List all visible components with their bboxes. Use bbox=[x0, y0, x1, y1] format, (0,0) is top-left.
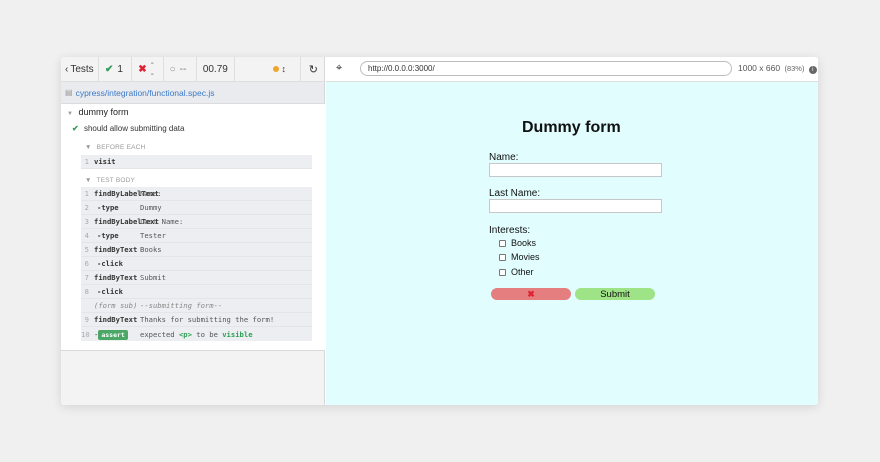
circle-icon: ○ bbox=[169, 63, 176, 75]
viewport-info: 1000 x 660 (83%) i bbox=[738, 63, 817, 74]
file-icon: ▤ bbox=[65, 88, 73, 97]
checkbox-other[interactable]: Other bbox=[499, 267, 534, 277]
suite-title[interactable]: ▼ dummy form bbox=[67, 107, 128, 117]
command-row[interactable]: 8 -click bbox=[81, 285, 312, 299]
failed-count: ✖ -- bbox=[132, 57, 164, 82]
checkbox-books[interactable]: Books bbox=[499, 238, 536, 248]
app-under-test: Dummy form Name: Last Name: Interests: B… bbox=[326, 82, 818, 405]
selector-playground-icon[interactable]: ⌖ bbox=[336, 62, 342, 75]
submit-button[interactable]: Submit bbox=[575, 288, 655, 300]
spec-path: cypress/integration/functional.spec.js bbox=[75, 87, 215, 98]
assert-badge: assert bbox=[98, 329, 128, 340]
command-row[interactable]: 3 findByLabelText Last Name: bbox=[81, 215, 312, 229]
pending-count: ○ -- bbox=[164, 57, 197, 82]
checkbox-movies[interactable]: Movies bbox=[499, 252, 540, 262]
command-row[interactable]: 4 -type Tester bbox=[81, 229, 312, 243]
command-row[interactable]: 9 findByText Thanks for submitting the for… bbox=[81, 313, 312, 327]
name-label: Name: bbox=[489, 152, 519, 163]
assert-name: - assert bbox=[94, 329, 140, 340]
last-name-input[interactable] bbox=[489, 199, 662, 213]
rerun-button[interactable]: ↻ bbox=[301, 57, 324, 82]
command-row[interactable]: 1 visit bbox=[81, 155, 312, 169]
scroll-arrows-icon: ↕ bbox=[281, 64, 287, 74]
form-title: Dummy form bbox=[522, 119, 621, 136]
command-row[interactable]: 1 findByLabelText Name: bbox=[81, 187, 312, 201]
test-body-header[interactable]: ▼ TEST BODY bbox=[85, 177, 135, 184]
cypress-window: ‹ Tests ✔ 1 ✖ -- ○ -- 00.79 ↕ ↻ ▤ cypres… bbox=[61, 57, 818, 405]
checkbox-box[interactable] bbox=[499, 239, 506, 247]
last-name-label: Last Name: bbox=[489, 188, 541, 199]
command-row[interactable]: 5 findByText Books bbox=[81, 243, 312, 257]
command-row[interactable]: 6 -click bbox=[81, 257, 312, 271]
check-icon: ✔ bbox=[105, 63, 114, 75]
caret-down-icon: ▼ bbox=[85, 177, 92, 184]
close-icon: ✖ bbox=[527, 288, 535, 299]
checkbox-box[interactable] bbox=[499, 253, 506, 261]
status-dot-icon bbox=[272, 66, 279, 72]
name-input[interactable] bbox=[489, 163, 662, 177]
refresh-icon: ↻ bbox=[308, 63, 318, 76]
interests-label: Interests: bbox=[489, 225, 531, 236]
reporter-header: ‹ Tests ✔ 1 ✖ -- ○ -- 00.79 ↕ ↻ bbox=[61, 57, 324, 82]
assert-row[interactable]: 10 - assert expected <p> to be visible bbox=[81, 327, 312, 341]
info-icon[interactable]: i bbox=[808, 66, 817, 74]
cross-icon: ✖ bbox=[138, 63, 147, 75]
passed-count: ✔ 1 bbox=[99, 57, 133, 82]
assert-message: expected <p> to be visible bbox=[140, 329, 253, 339]
chevron-left-icon: ‹ bbox=[65, 63, 69, 75]
command-row[interactable]: 2 -type Dummy bbox=[81, 201, 312, 215]
back-to-tests-button[interactable]: ‹ Tests bbox=[61, 57, 99, 82]
before-each-commands: 1 visit bbox=[81, 155, 312, 169]
reporter-panel: ‹ Tests ✔ 1 ✖ -- ○ -- 00.79 ↕ ↻ ▤ cypres… bbox=[61, 57, 325, 405]
command-row[interactable]: (form sub) --submitting form-- bbox=[81, 299, 312, 313]
back-label: Tests bbox=[70, 63, 94, 75]
spec-file-bar[interactable]: ▤ cypress/integration/functional.spec.js bbox=[61, 82, 324, 104]
cancel-button[interactable]: ✖ bbox=[491, 288, 571, 300]
before-each-header[interactable]: ▼ BEFORE EACH bbox=[85, 144, 145, 151]
test-body-commands: 1 findByLabelText Name: 2 -type Dummy 3 findB… bbox=[81, 187, 312, 341]
duration: 00.79 bbox=[197, 57, 235, 82]
aut-header: ⌖ http://0.0.0.0:3000/ 1000 x 660 (83%) … bbox=[326, 57, 818, 82]
check-icon: ✔ bbox=[72, 124, 79, 133]
auto-scroll-toggle[interactable]: ↕ bbox=[235, 57, 301, 82]
url-bar[interactable]: http://0.0.0.0:3000/ bbox=[360, 61, 732, 76]
checkbox-box[interactable] bbox=[499, 268, 506, 276]
test-title[interactable]: ✔ should allow submitting data bbox=[72, 124, 184, 133]
command-row[interactable]: 7 findByText Submit bbox=[81, 271, 312, 285]
caret-down-icon: ▼ bbox=[67, 111, 73, 117]
caret-down-icon: ▼ bbox=[85, 144, 92, 151]
